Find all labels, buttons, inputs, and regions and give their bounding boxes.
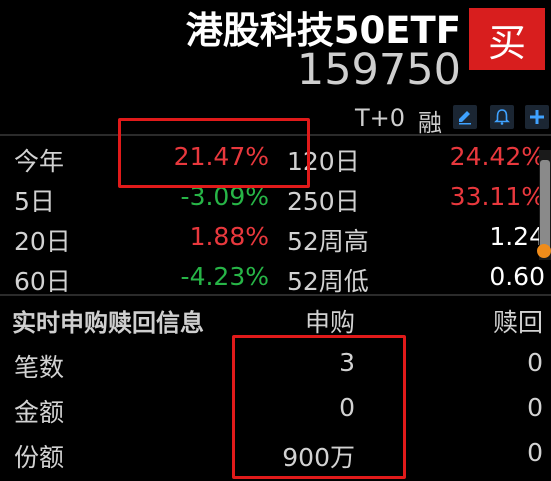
return-label-ytd: 今年 <box>14 147 65 176</box>
row-label-shares: 份额 <box>14 443 65 472</box>
return-value-20d: 1.88% <box>189 222 269 251</box>
highlight-box-ytd <box>118 118 310 188</box>
label-52w-high: 52周高 <box>287 227 369 256</box>
column-header-redeem: 赎回 <box>492 308 543 337</box>
buy-button[interactable]: 买 <box>469 8 545 70</box>
redeem-count-value: 0 <box>527 348 543 377</box>
margin-label: 融 <box>418 109 442 137</box>
add-icon[interactable] <box>525 105 549 129</box>
row-label-count: 笔数 <box>14 353 65 382</box>
edit-icon[interactable] <box>453 105 477 129</box>
value-52w-low: 0.60 <box>489 262 545 291</box>
bell-icon[interactable] <box>490 105 514 129</box>
subscription-section-title: 实时申购赎回信息 <box>12 309 204 337</box>
return-label-20d: 20日 <box>14 227 71 256</box>
return-value-120d: 24.42% <box>449 142 545 171</box>
value-52w-high: 1.24 <box>489 222 545 251</box>
highlight-box-subscribe <box>232 335 406 479</box>
column-header-subscribe: 申购 <box>304 308 355 337</box>
redeem-amount-value: 0 <box>527 393 543 422</box>
scrollbar-knob[interactable] <box>537 244 551 258</box>
return-value-250d: 33.11% <box>449 182 545 211</box>
fund-code: 159750 <box>296 45 461 95</box>
return-value-60d: -4.23% <box>180 262 269 291</box>
row-label-amount: 金额 <box>14 398 65 427</box>
trade-mode-label: T+0 <box>355 104 406 132</box>
scrollbar-thumb[interactable] <box>540 160 550 256</box>
return-label-60d: 60日 <box>14 267 71 296</box>
return-label-5d: 5日 <box>14 187 55 216</box>
label-52w-low: 52周低 <box>287 267 369 296</box>
redeem-shares-value: 0 <box>527 438 543 467</box>
section-divider <box>0 294 551 296</box>
